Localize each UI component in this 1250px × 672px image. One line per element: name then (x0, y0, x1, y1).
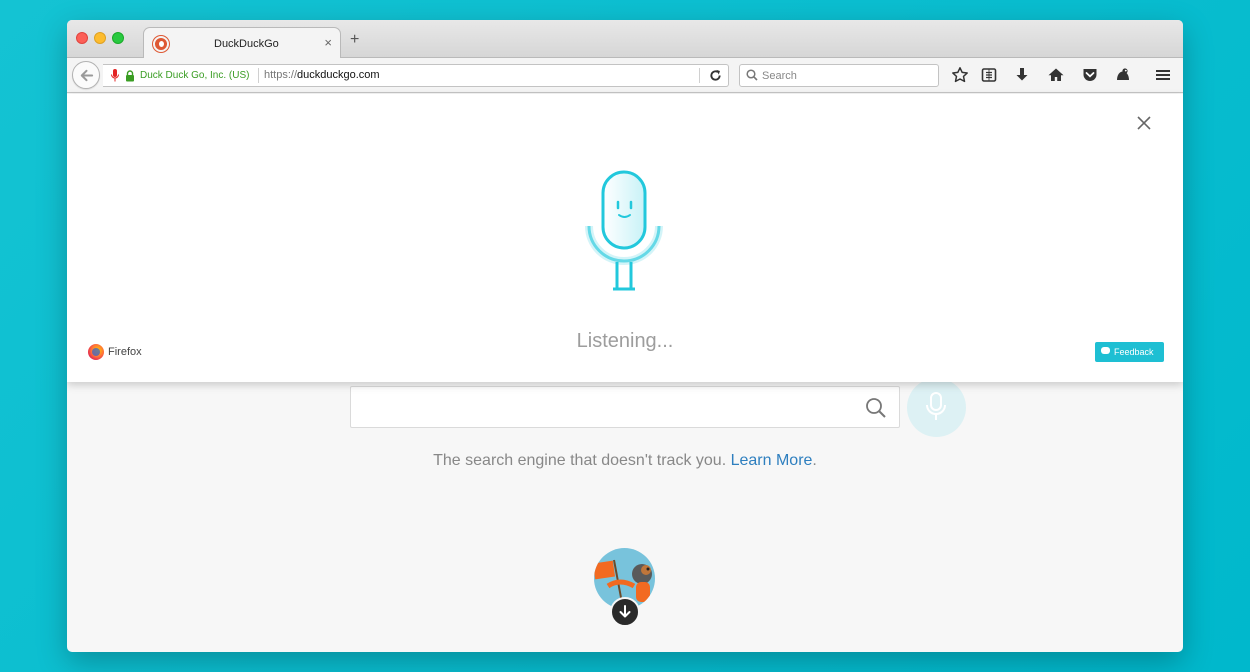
tagline-text: The search engine that doesn't track you… (433, 452, 727, 469)
home-icon[interactable] (1047, 66, 1065, 84)
browser-window: DuckDuckGo × + Duck Duck Go, Inc. (US) h… (67, 20, 1183, 652)
search-bar[interactable] (739, 64, 939, 87)
tab-strip: DuckDuckGo × + (67, 20, 1183, 59)
tab-duckduckgo[interactable]: DuckDuckGo × (143, 27, 341, 59)
site-identity-label[interactable]: Duck Duck Go, Inc. (US) (140, 70, 249, 81)
menu-icon[interactable] (1154, 66, 1172, 84)
lock-icon[interactable] (125, 70, 135, 82)
download-icon[interactable] (1013, 66, 1031, 84)
url-divider (258, 68, 259, 83)
microphone-mascot-icon (585, 170, 663, 291)
close-icon[interactable] (1137, 116, 1151, 130)
firefox-label: Firefox (108, 346, 142, 358)
extension-icon[interactable] (1114, 66, 1132, 84)
tab-close-button[interactable]: × (324, 35, 332, 50)
navigation-bar: Duck Duck Go, Inc. (US) https://duckduck… (67, 58, 1183, 93)
microphone-icon (926, 392, 946, 420)
zoom-window-button[interactable] (112, 32, 124, 44)
feedback-label: Feedback (1114, 347, 1154, 357)
minimize-window-button[interactable] (94, 32, 106, 44)
url-host: duckduckgo.com (297, 69, 380, 81)
ddg-search-input[interactable] (359, 395, 849, 419)
star-icon[interactable] (951, 66, 969, 84)
arrow-down-icon (619, 605, 631, 618)
close-window-button[interactable] (76, 32, 88, 44)
feedback-button[interactable]: Feedback (1095, 342, 1164, 362)
ddg-voice-search-button[interactable] (907, 378, 966, 437)
reading-list-icon[interactable] (980, 66, 998, 84)
new-tab-button[interactable]: + (350, 32, 359, 48)
url-prefix: https:// (264, 69, 298, 81)
microphone-active-icon[interactable] (111, 69, 119, 82)
tagline: The search engine that doesn't track you… (67, 452, 1183, 470)
pocket-icon[interactable] (1081, 66, 1099, 84)
back-button[interactable] (72, 61, 100, 89)
duckduckgo-favicon-icon (153, 36, 169, 52)
back-arrow-icon (80, 69, 94, 82)
search-icon[interactable] (865, 397, 887, 419)
listening-status: Listening... (576, 330, 674, 352)
ddg-search-box[interactable] (350, 386, 900, 428)
tagline-end: . (812, 452, 817, 469)
url-bar[interactable]: Duck Duck Go, Inc. (US) https://duckduck… (103, 64, 729, 87)
url-text[interactable]: https://duckduckgo.com (264, 69, 380, 81)
search-input[interactable] (762, 68, 932, 83)
chat-bubble-icon (1101, 347, 1110, 354)
firefox-logo-icon (88, 344, 104, 360)
tab-title: DuckDuckGo (214, 38, 279, 50)
search-icon (746, 69, 758, 81)
reload-icon[interactable] (709, 69, 722, 82)
scroll-down-button[interactable] (610, 597, 640, 627)
learn-more-link[interactable]: Learn More (731, 452, 813, 469)
url-divider-right (699, 68, 700, 83)
voice-search-panel: Listening... Firefox Feedback (67, 94, 1183, 382)
